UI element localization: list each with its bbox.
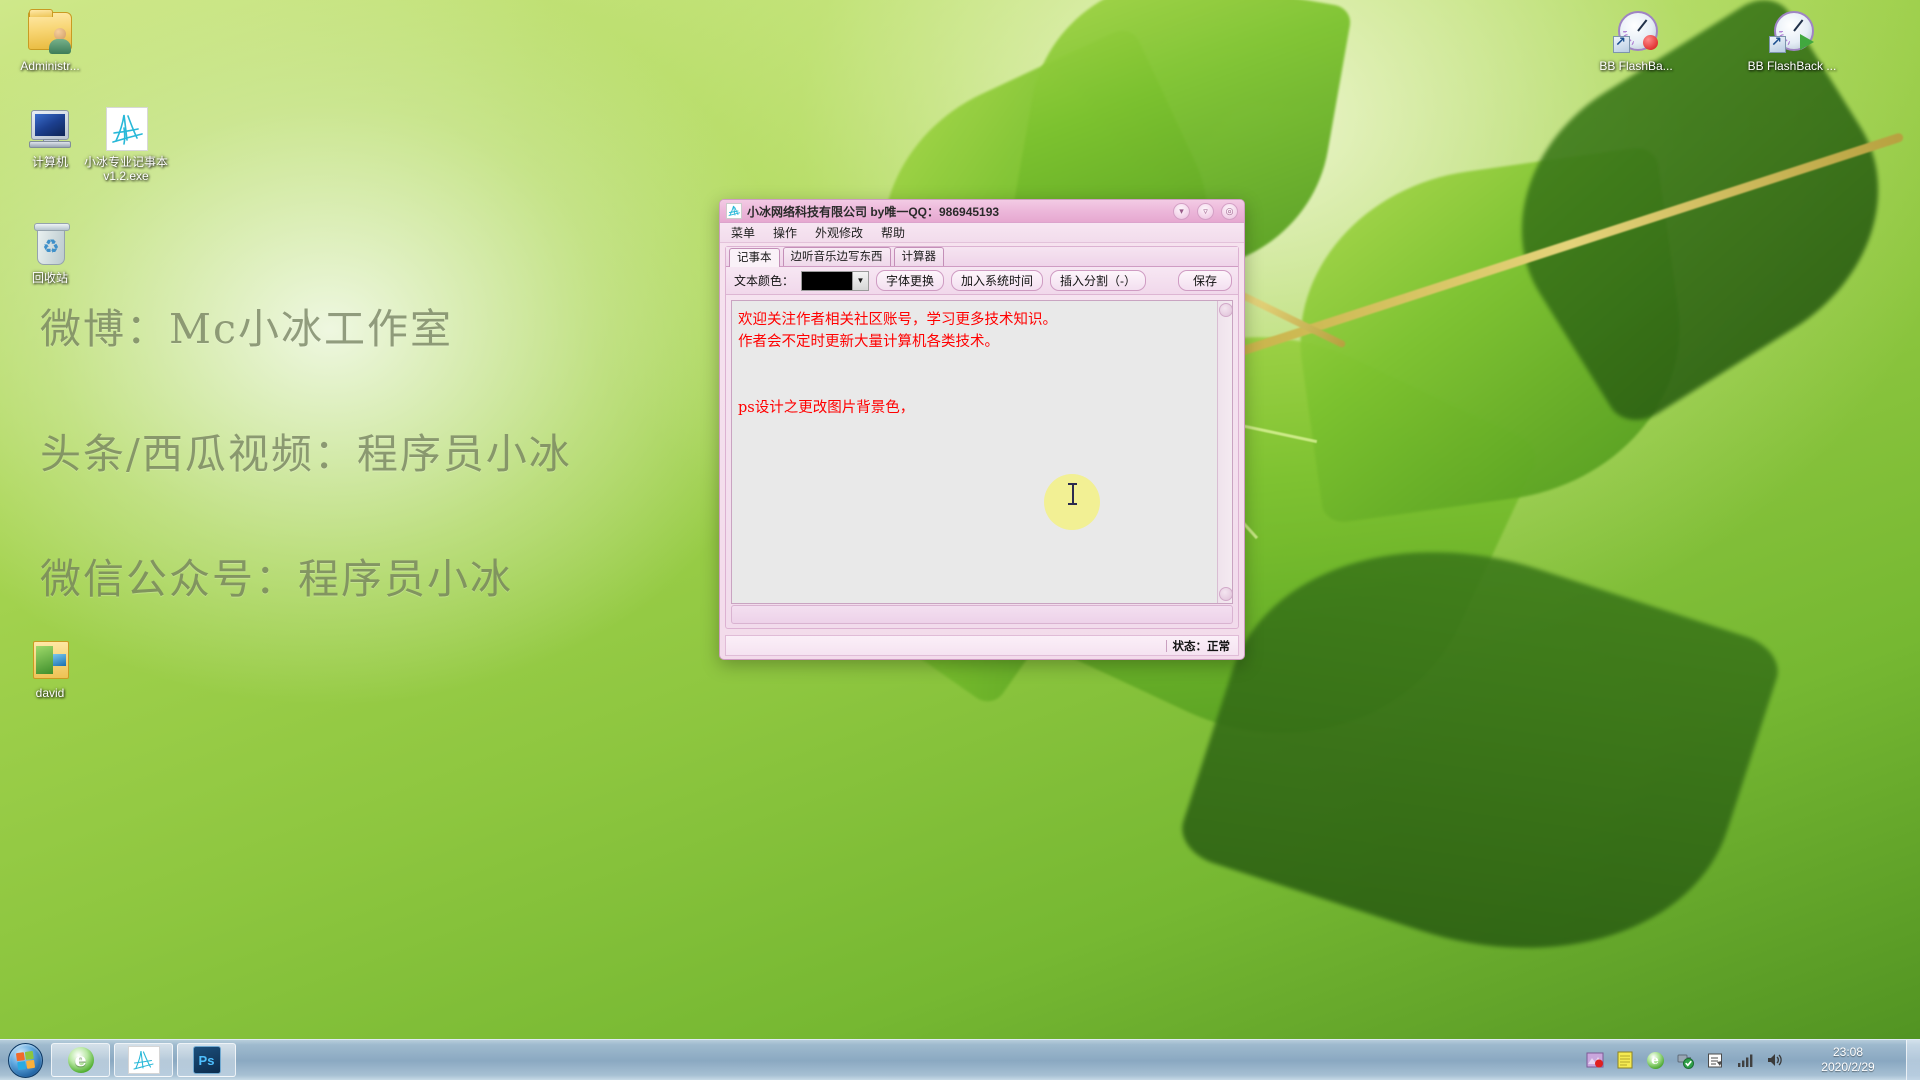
scribble-app-icon <box>102 104 150 152</box>
recycle-bin-icon <box>26 220 74 268</box>
status-bar: 状态：正常 <box>725 635 1239 656</box>
desktop-icon-administrator-folder[interactable]: Administr... <box>2 8 98 73</box>
editor-line: 作者会不定时更新大量计算机各类技术。 <box>738 334 999 350</box>
taskbar-item-notepad-app[interactable] <box>114 1043 173 1077</box>
desktop-icon-label: Administr... <box>20 59 80 73</box>
notepad-window[interactable]: 小冰网络科技有限公司 by唯一QQ：986945193 ▾ ▿ ◎ 菜单 操作 … <box>719 199 1245 660</box>
horizontal-scrollbar[interactable] <box>731 605 1233 624</box>
save-button[interactable]: 保存 <box>1177 270 1232 291</box>
editor-line: 欢迎关注作者相关社区账号，学习更多技术知识。 <box>738 312 1057 328</box>
network-icon[interactable] <box>1734 1049 1756 1071</box>
desktop-icon-david-folder[interactable]: david <box>2 635 98 700</box>
notes-icon[interactable] <box>1614 1049 1636 1071</box>
scribble-app-icon <box>127 1046 160 1074</box>
watermark-wechat: 微信公众号：程序员小冰 <box>40 555 513 603</box>
desktop-icon-label: 小冰专业记事本 v1.2.exe <box>83 155 168 183</box>
window-controls[interactable]: ▾ ▿ ◎ <box>1173 203 1238 220</box>
tab-music-write[interactable]: 边听音乐边写东西 <box>782 247 891 266</box>
show-desktop-button[interactable] <box>1906 1040 1920 1080</box>
watermark-toutiao: 头条/西瓜视频：程序员小冰 <box>40 430 572 478</box>
menu-item-bangzhu[interactable]: 帮助 <box>879 223 907 242</box>
scroll-up-button[interactable] <box>1219 303 1232 317</box>
close-button[interactable]: ◎ <box>1221 203 1238 220</box>
folder-icon <box>26 635 74 683</box>
desktop-icon-label: david <box>35 686 65 700</box>
desktop-icon-bb-flashback-player[interactable]: BB FlashBack ... <box>1744 8 1840 73</box>
text-editor[interactable]: 欢迎关注作者相关社区账号，学习更多技术知识。 作者会不定时更新大量计算机各类技术… <box>732 301 1218 603</box>
desktop-icon-bb-flashback-recorder[interactable]: BB FlashBa... <box>1588 8 1684 73</box>
window-titlebar[interactable]: 小冰网络科技有限公司 by唯一QQ：986945193 ▾ ▿ ◎ <box>720 200 1244 223</box>
computer-icon <box>26 104 74 152</box>
insert-time-button[interactable]: 加入系统时间 <box>951 270 1044 291</box>
color-swatch[interactable] <box>802 271 853 290</box>
taskbar-item-internet-explorer[interactable]: e <box>51 1043 110 1077</box>
windows-logo-icon <box>7 1042 43 1078</box>
editor-line: ps设计之更改图片背景色， <box>738 400 915 416</box>
desktop[interactable]: 微博：Mc小冰工作室 头条/西瓜视频：程序员小冰 微信公众号：程序员小冰 Adm… <box>0 0 1920 1080</box>
desktop-icon-label: 回收站 <box>31 271 68 285</box>
tabstrip[interactable]: 记事本 边听音乐边写东西 计算器 <box>726 247 1238 267</box>
menu-item-caozuo[interactable]: 操作 <box>771 223 799 242</box>
text-editor-area[interactable]: 欢迎关注作者相关社区账号，学习更多技术知识。 作者会不定时更新大量计算机各类技术… <box>731 300 1233 604</box>
gauge-record-icon <box>1612 8 1660 56</box>
menu-item-caidan[interactable]: 菜单 <box>729 223 757 242</box>
text-color-picker[interactable]: ▼ <box>801 270 870 291</box>
watermark-weibo: 微博：Mc小冰工作室 <box>40 305 453 353</box>
usb-safe-icon[interactable] <box>1674 1049 1696 1071</box>
change-font-button[interactable]: 字体更换 <box>876 270 945 291</box>
clock-date: 2020/2/29 <box>1821 1060 1875 1074</box>
window-menubar[interactable]: 菜单 操作 外观修改 帮助 <box>720 223 1244 243</box>
desktop-icon-notepad-app[interactable]: 小冰专业记事本 v1.2.exe <box>72 104 180 183</box>
vertical-scrollbar[interactable] <box>1217 301 1232 603</box>
menu-item-waiguan[interactable]: 外观修改 <box>813 223 865 242</box>
chevron-down-icon[interactable]: ▼ <box>852 271 869 290</box>
desktop-icon-label: BB FlashBa... <box>1599 59 1673 73</box>
gauge-play-icon <box>1768 8 1816 56</box>
taskbar-item-photoshop[interactable]: Ps <box>177 1043 236 1077</box>
internet-explorer-icon: e <box>67 1047 94 1073</box>
formatting-toolbar[interactable]: 文本颜色： ▼ 字体更换 加入系统时间 插入分割（-） 保存 <box>726 267 1238 295</box>
recorder-icon[interactable] <box>1584 1049 1606 1071</box>
user-folder-icon <box>26 8 74 56</box>
volume-icon[interactable] <box>1764 1049 1786 1071</box>
system-tray[interactable]: e 23:08 2020/2/29 <box>1580 1040 1920 1080</box>
minimize-button[interactable]: ▾ <box>1173 203 1190 220</box>
insert-divider-button[interactable]: 插入分割（-） <box>1050 270 1147 291</box>
desktop-icon-recycle-bin[interactable]: 回收站 <box>2 220 98 285</box>
window-title: 小冰网络科技有限公司 by唯一QQ：986945193 <box>747 204 1000 219</box>
photoshop-icon: Ps <box>192 1046 221 1074</box>
tab-notepad[interactable]: 记事本 <box>729 248 780 267</box>
status-separator <box>1165 639 1167 652</box>
scribble-app-icon <box>726 203 742 219</box>
input-method-icon[interactable] <box>1704 1049 1726 1071</box>
clock-time: 23:08 <box>1832 1045 1864 1059</box>
taskbar[interactable]: e Ps e 23:08 2020/2/29 <box>0 1039 1920 1080</box>
ie-icon[interactable]: e <box>1644 1049 1666 1071</box>
tab-calculator[interactable]: 计算器 <box>893 247 944 266</box>
desktop-icon-label: BB FlashBack ... <box>1747 59 1837 73</box>
start-button[interactable] <box>3 1042 47 1078</box>
status-text: 状态：正常 <box>1172 640 1231 653</box>
window-content-panel: 记事本 边听音乐边写东西 计算器 文本颜色： ▼ 字体更换 加入系统时间 插入分… <box>725 246 1239 629</box>
scroll-down-button[interactable] <box>1219 587 1232 601</box>
maximize-button[interactable]: ▿ <box>1197 203 1214 220</box>
text-color-label: 文本颜色： <box>734 274 795 288</box>
clock[interactable]: 23:08 2020/2/29 <box>1796 1045 1900 1075</box>
